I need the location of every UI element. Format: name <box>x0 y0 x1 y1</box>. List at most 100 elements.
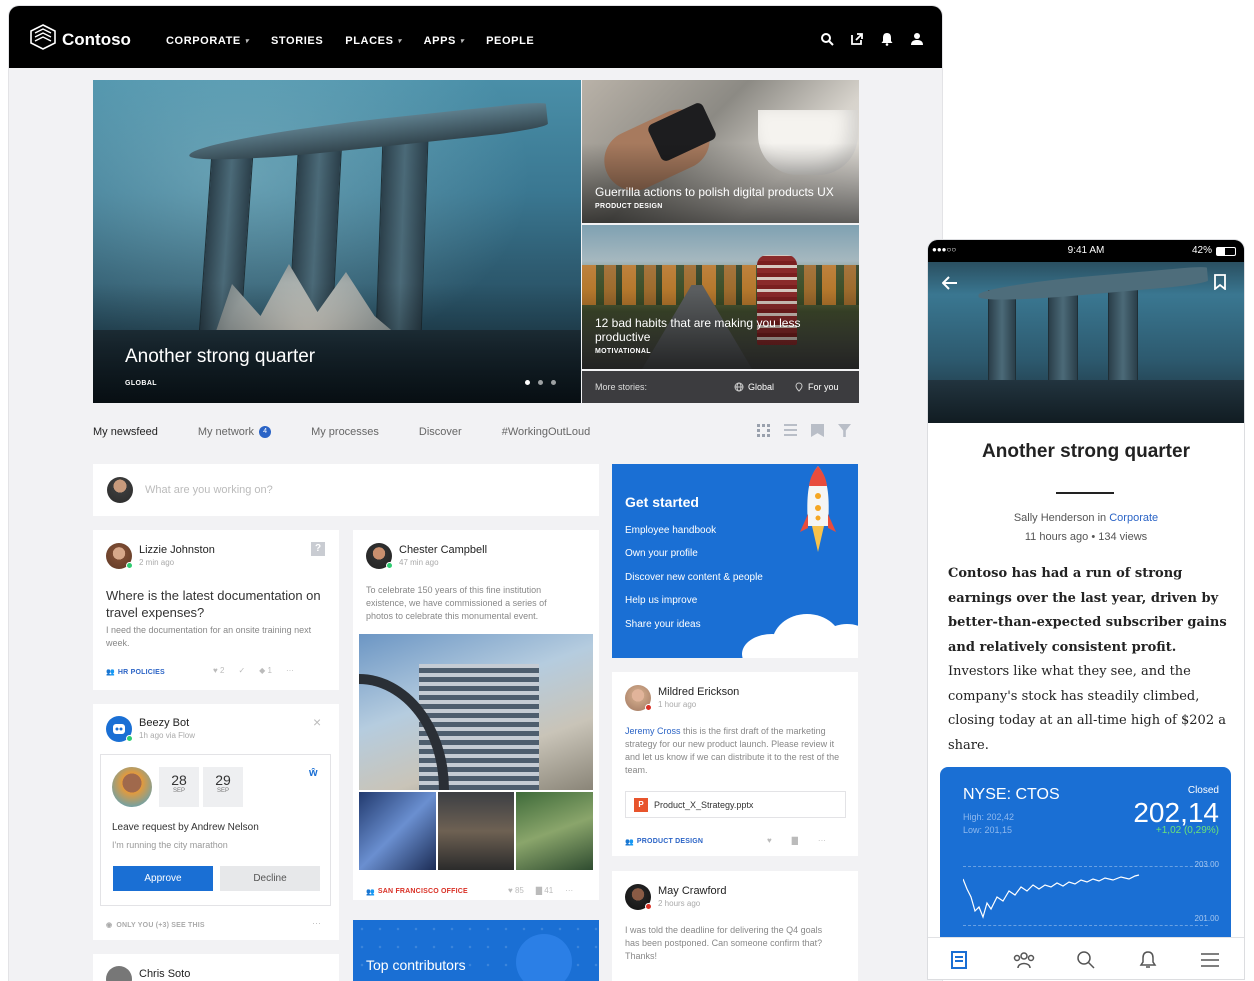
axis-bottom-label: 201.00 <box>1194 914 1219 923</box>
link-share-ideas[interactable]: Share your ideas <box>625 619 701 630</box>
avatar <box>112 767 152 807</box>
bookmark-icon[interactable] <box>811 424 824 437</box>
close-icon[interactable]: × <box>313 714 321 730</box>
post-time: 1 hour ago <box>658 700 697 709</box>
photo-glass[interactable] <box>359 792 436 870</box>
like-button[interactable]: ♥ 2 <box>213 666 224 675</box>
user-mention[interactable]: Jeremy Cross <box>625 726 681 736</box>
tab-discover[interactable]: Discover <box>419 426 462 438</box>
nav-stories[interactable]: STORIES <box>271 35 323 47</box>
post-category[interactable]: 👥 HR POLICIES <box>106 668 165 677</box>
tab-working-out-loud[interactable]: #WorkingOutLoud <box>502 426 590 438</box>
user-icon[interactable] <box>910 32 924 46</box>
bell-icon[interactable] <box>1138 950 1158 970</box>
nav-places[interactable]: PLACES ▾ <box>345 35 401 47</box>
carousel-dot[interactable] <box>525 380 530 385</box>
author-name[interactable]: Mildred Erickson <box>658 686 739 698</box>
search-icon[interactable] <box>820 32 834 46</box>
author-name[interactable]: Sally Henderson <box>1014 512 1095 524</box>
more-options-icon[interactable]: ··· <box>565 886 573 895</box>
more-options-icon[interactable]: ··· <box>312 918 321 928</box>
post-card: Mildred Erickson 1 hour ago Jeremy Cross… <box>612 672 858 856</box>
tag-button[interactable]: ◆ 1 <box>259 666 272 675</box>
comment-button[interactable]: ▇ 41 <box>536 886 553 895</box>
author-name[interactable]: May Crawford <box>658 885 726 897</box>
story-card[interactable]: Guerrilla actions to polish digital prod… <box>582 80 859 223</box>
contoso-logo-icon[interactable] <box>29 23 57 51</box>
link-discover-content[interactable]: Discover new content & people <box>625 572 763 583</box>
category-link[interactable]: Corporate <box>1109 512 1158 524</box>
nav-corporate[interactable]: CORPORATE ▾ <box>166 35 249 47</box>
bookmark-icon[interactable] <box>1214 274 1226 290</box>
list-view-icon[interactable] <box>784 424 797 437</box>
axis-top-label: 203.00 <box>1194 860 1219 869</box>
medal-icon <box>516 934 572 981</box>
get-started-card: Get started Employee handbook Own your p… <box>612 464 858 658</box>
menu-icon[interactable] <box>1200 952 1220 968</box>
post-actions: ♥ ▇ ··· <box>767 836 826 845</box>
people-icon[interactable] <box>1013 950 1035 970</box>
nav-people[interactable]: PEOPLE <box>486 35 534 47</box>
stock-change: +1,02 (0,29%) <box>1155 825 1219 836</box>
decline-button[interactable]: Decline <box>220 866 320 891</box>
top-contributors-card[interactable]: Top contributors <box>353 920 599 981</box>
link-own-profile[interactable]: Own your profile <box>625 548 698 559</box>
approve-button[interactable]: Approve <box>113 866 213 891</box>
post-card: Chester Campbell 47 min ago To celebrate… <box>353 530 599 900</box>
story-title[interactable]: 12 bad habits that are making you less p… <box>595 316 815 344</box>
author-name[interactable]: Chris Soto <box>139 968 190 980</box>
carousel-dots <box>525 380 556 385</box>
tab-my-newsfeed[interactable]: My newsfeed <box>93 426 158 438</box>
author-name[interactable]: Lizzie Johnston <box>139 544 215 556</box>
carousel-dot[interactable] <box>551 380 556 385</box>
filter-icon[interactable] <box>838 424 851 437</box>
hero-title[interactable]: Another strong quarter <box>125 346 315 368</box>
back-arrow-icon[interactable] <box>942 276 958 290</box>
tab-my-processes[interactable]: My processes <box>311 426 379 438</box>
photo-camera[interactable] <box>438 792 514 870</box>
share-icon[interactable] <box>850 32 864 46</box>
author-name[interactable]: Chester Campbell <box>399 544 487 556</box>
date-to: 29 SEP <box>203 767 243 807</box>
composer[interactable]: What are you working on? <box>93 464 599 516</box>
story-card[interactable]: 12 bad habits that are making you less p… <box>582 225 859 369</box>
link-employee-handbook[interactable]: Employee handbook <box>625 525 716 536</box>
powerpoint-icon: P <box>634 798 648 812</box>
get-started-title: Get started <box>625 494 699 510</box>
comment-button[interactable]: ▇ <box>792 836 798 845</box>
composer-input[interactable]: What are you working on? <box>145 484 273 496</box>
online-status-icon <box>386 562 393 569</box>
nav-apps[interactable]: APPS ▾ <box>424 35 464 47</box>
stock-line-chart <box>963 874 1140 919</box>
photo-building[interactable] <box>359 634 593 790</box>
photo-aerial[interactable] <box>516 792 593 870</box>
brand-name[interactable]: Contoso <box>62 30 131 50</box>
story-title[interactable]: Guerrilla actions to polish digital prod… <box>595 185 834 199</box>
hero-story[interactable]: Another strong quarter GLOBAL <box>93 80 581 403</box>
tab-my-network[interactable]: My network 4 <box>198 426 272 438</box>
story-tag: PRODUCT DESIGN <box>595 203 663 210</box>
request-note: I'm running the city marathon <box>112 840 228 850</box>
like-button[interactable]: ♥ 85 <box>508 886 524 895</box>
filter-for-you[interactable]: For you <box>794 382 839 392</box>
post-time: 2 hours ago <box>658 899 701 908</box>
more-options-icon[interactable]: ··· <box>286 666 294 675</box>
article-title: Another strong quarter <box>982 441 1190 462</box>
avatar <box>107 477 133 503</box>
post-category[interactable]: 👥 PRODUCT DESIGN <box>625 838 703 846</box>
search-icon[interactable] <box>1076 950 1096 970</box>
grid-view-icon[interactable] <box>757 424 770 437</box>
link-help-improve[interactable]: Help us improve <box>625 595 697 606</box>
carousel-dot[interactable] <box>538 380 543 385</box>
bell-icon[interactable] <box>880 32 894 46</box>
online-status-icon <box>126 562 133 569</box>
check-icon[interactable]: ✓ <box>238 666 245 675</box>
news-icon[interactable] <box>950 950 970 970</box>
article-author: Sally Henderson in Corporate <box>1013 512 1159 524</box>
like-button[interactable]: ♥ <box>767 836 772 845</box>
author-name[interactable]: Beezy Bot <box>139 717 189 729</box>
post-category[interactable]: 👥 SAN FRANCISCO OFFICE <box>366 888 468 896</box>
filter-global[interactable]: Global <box>734 382 774 392</box>
more-options-icon[interactable]: ··· <box>818 836 826 845</box>
file-attachment[interactable]: P Product_X_Strategy.pptx <box>625 791 846 818</box>
